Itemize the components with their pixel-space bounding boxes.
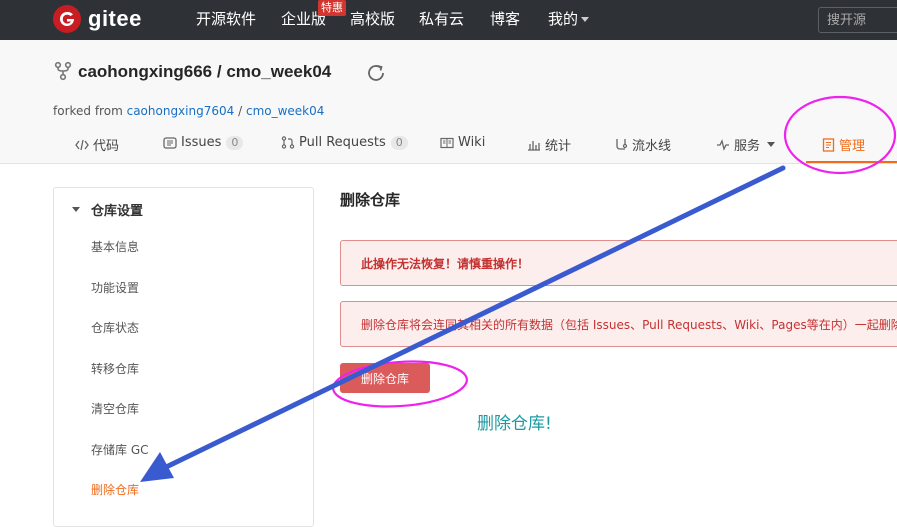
caret-down-icon bbox=[72, 207, 80, 212]
forked-separator: / bbox=[238, 104, 243, 118]
nav-university[interactable]: 高校版 bbox=[350, 9, 395, 29]
fork-icon bbox=[54, 61, 72, 81]
sidebar-item-basic-info[interactable]: 基本信息 bbox=[91, 238, 139, 255]
tab-service[interactable]: 服务 bbox=[716, 135, 776, 154]
pull-request-icon bbox=[281, 136, 295, 149]
sidebar-item-gc[interactable]: 存储库 GC bbox=[91, 441, 149, 458]
repo-owner-link[interactable]: caohongxing666 bbox=[78, 62, 212, 81]
manage-icon bbox=[822, 137, 835, 152]
repo-separator: / bbox=[216, 62, 222, 81]
delete-repo-button[interactable]: 删除仓库 bbox=[340, 363, 430, 393]
sidebar-item-repo-status[interactable]: 仓库状态 bbox=[91, 319, 139, 336]
description-alert: 删除仓库将会连同其相关的所有数据（包括 Issues、Pull Requests… bbox=[340, 301, 897, 347]
warning-text: 此操作无法恢复！请慎重操作！ bbox=[361, 256, 530, 271]
warning-alert: 此操作无法恢复！请慎重操作！ bbox=[340, 240, 897, 286]
search-input[interactable] bbox=[818, 7, 897, 33]
tab-code[interactable]: 代码 bbox=[75, 135, 119, 154]
active-tab-indicator bbox=[806, 161, 897, 163]
tab-wiki-label: Wiki bbox=[458, 135, 486, 150]
tab-manage-label: 管理 bbox=[839, 139, 866, 154]
repo-title: caohongxing666 / cmo_week04 bbox=[78, 62, 331, 82]
tab-issues[interactable]: Issues 0 bbox=[163, 135, 244, 150]
tab-pr-label: Pull Requests bbox=[299, 135, 386, 150]
tab-stats[interactable]: 统计 bbox=[527, 135, 571, 154]
tab-pipeline[interactable]: 流水线 bbox=[614, 135, 671, 154]
tab-pull-requests[interactable]: Pull Requests 0 bbox=[281, 135, 408, 150]
nav-mine[interactable]: 我的 bbox=[548, 9, 590, 29]
brand-name: gitee bbox=[88, 6, 142, 31]
chevron-down-icon bbox=[767, 142, 776, 147]
code-icon bbox=[75, 139, 89, 150]
gitee-logo-icon bbox=[53, 5, 81, 33]
forked-prefix: forked from bbox=[53, 104, 123, 118]
tab-code-label: 代码 bbox=[93, 139, 120, 154]
pipeline-icon bbox=[616, 139, 628, 150]
chevron-down-icon bbox=[581, 17, 590, 22]
nav-private-cloud[interactable]: 私有云 bbox=[419, 9, 464, 29]
stats-icon bbox=[528, 140, 540, 151]
wiki-icon bbox=[440, 137, 454, 148]
top-navbar: gitee 开源软件 企业版 特惠 高校版 私有云 博客 我的 bbox=[0, 0, 897, 40]
tab-issues-label: Issues bbox=[181, 135, 222, 150]
sync-icon[interactable] bbox=[365, 62, 387, 84]
promo-badge: 特惠 bbox=[318, 0, 346, 16]
tab-manage[interactable]: 管理 bbox=[822, 135, 865, 154]
project-header: caohongxing666 / cmo_week04 forked from … bbox=[0, 40, 897, 164]
tab-wiki[interactable]: Wiki bbox=[440, 135, 485, 150]
nav-open-source[interactable]: 开源软件 bbox=[196, 9, 256, 29]
sidebar-item-transfer[interactable]: 转移仓库 bbox=[91, 360, 139, 377]
forked-owner-link[interactable]: caohongxing7604 bbox=[127, 104, 235, 118]
forked-repo-link[interactable]: cmo_week04 bbox=[246, 104, 324, 118]
annotation-note: 删除仓库! bbox=[477, 414, 552, 434]
settings-sidebar: 仓库设置 基本信息 功能设置 仓库状态 转移仓库 清空仓库 存储库 GC 删除仓… bbox=[53, 187, 314, 527]
sidebar-item-features[interactable]: 功能设置 bbox=[91, 279, 139, 296]
nav-mine-label: 我的 bbox=[548, 10, 579, 28]
sidebar-item-delete[interactable]: 删除仓库 bbox=[91, 481, 139, 498]
sidebar-item-clear[interactable]: 清空仓库 bbox=[91, 400, 139, 417]
sidebar-header-label: 仓库设置 bbox=[91, 204, 144, 219]
tab-stats-label: 统计 bbox=[545, 139, 572, 154]
tab-service-label: 服务 bbox=[734, 139, 761, 154]
nav-blog[interactable]: 博客 bbox=[490, 9, 520, 29]
service-icon bbox=[717, 138, 729, 151]
issues-icon bbox=[163, 136, 177, 149]
sidebar-section-header[interactable]: 仓库设置 bbox=[72, 200, 143, 219]
gitee-logo[interactable]: gitee bbox=[53, 4, 142, 34]
tab-pipeline-label: 流水线 bbox=[632, 139, 672, 154]
issues-count: 0 bbox=[226, 135, 244, 150]
repo-name-link[interactable]: cmo_week04 bbox=[226, 62, 331, 81]
page-title: 删除仓库 bbox=[340, 191, 401, 209]
forked-from-line: forked from caohongxing7604 / cmo_week04 bbox=[53, 104, 324, 118]
pr-count: 0 bbox=[390, 135, 408, 150]
description-text: 删除仓库将会连同其相关的所有数据（包括 Issues、Pull Requests… bbox=[361, 317, 897, 332]
